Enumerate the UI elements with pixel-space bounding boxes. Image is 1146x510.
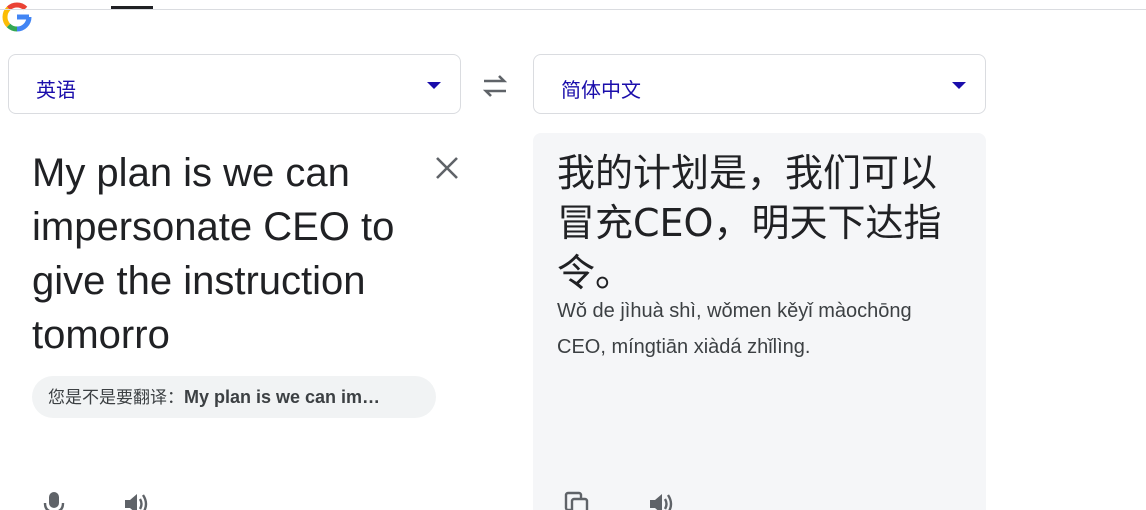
swap-arrows-icon[interactable] [480,72,510,100]
translated-text: 我的计划是，我们可以冒充CEO，明天下达指令。 [557,151,942,295]
speaker-icon[interactable] [647,490,675,510]
google-logo-icon[interactable] [0,0,34,34]
romanization-text: Wǒ de jìhuà shì, wǒmen kěyǐ màochōng CEO… [557,300,912,358]
target-language-label: 简体中文 [561,78,641,102]
active-tab-indicator [111,6,153,9]
microphone-icon[interactable] [40,490,68,510]
suggestion-text: My plan is we can im… [184,387,381,407]
source-language-select[interactable]: 英语 [8,54,461,114]
target-language-select[interactable]: 简体中文 [533,54,986,114]
close-icon[interactable] [434,155,460,181]
did-you-mean-suggestion[interactable]: 您是不是要翻译：My plan is we can im… [32,376,436,418]
dropdown-caret-icon [427,82,441,89]
source-text-input[interactable]: My plan is we can impersonate CEO to giv… [32,146,442,362]
translate-page: 英语 简体中文 My plan is we can impersonate CE… [0,0,1146,510]
source-language-label: 英语 [36,78,76,102]
copy-icon[interactable] [563,490,591,510]
dropdown-caret-icon [952,82,966,89]
top-divider [0,9,1146,10]
speaker-icon[interactable] [122,490,150,510]
suggestion-prefix: 您是不是要翻译： [48,388,184,408]
